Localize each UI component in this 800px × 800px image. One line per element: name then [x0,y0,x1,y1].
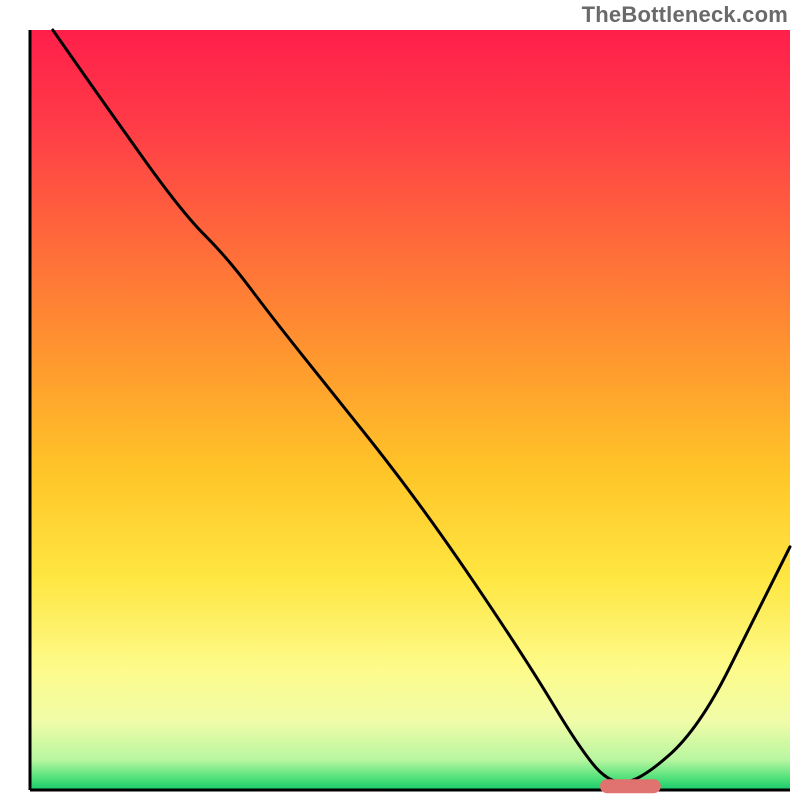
optimal-zone-marker [600,779,661,793]
watermark-text: TheBottleneck.com [582,2,788,28]
chart-container: TheBottleneck.com [0,0,800,800]
bottleneck-chart [0,0,800,800]
plot-background [30,30,790,790]
